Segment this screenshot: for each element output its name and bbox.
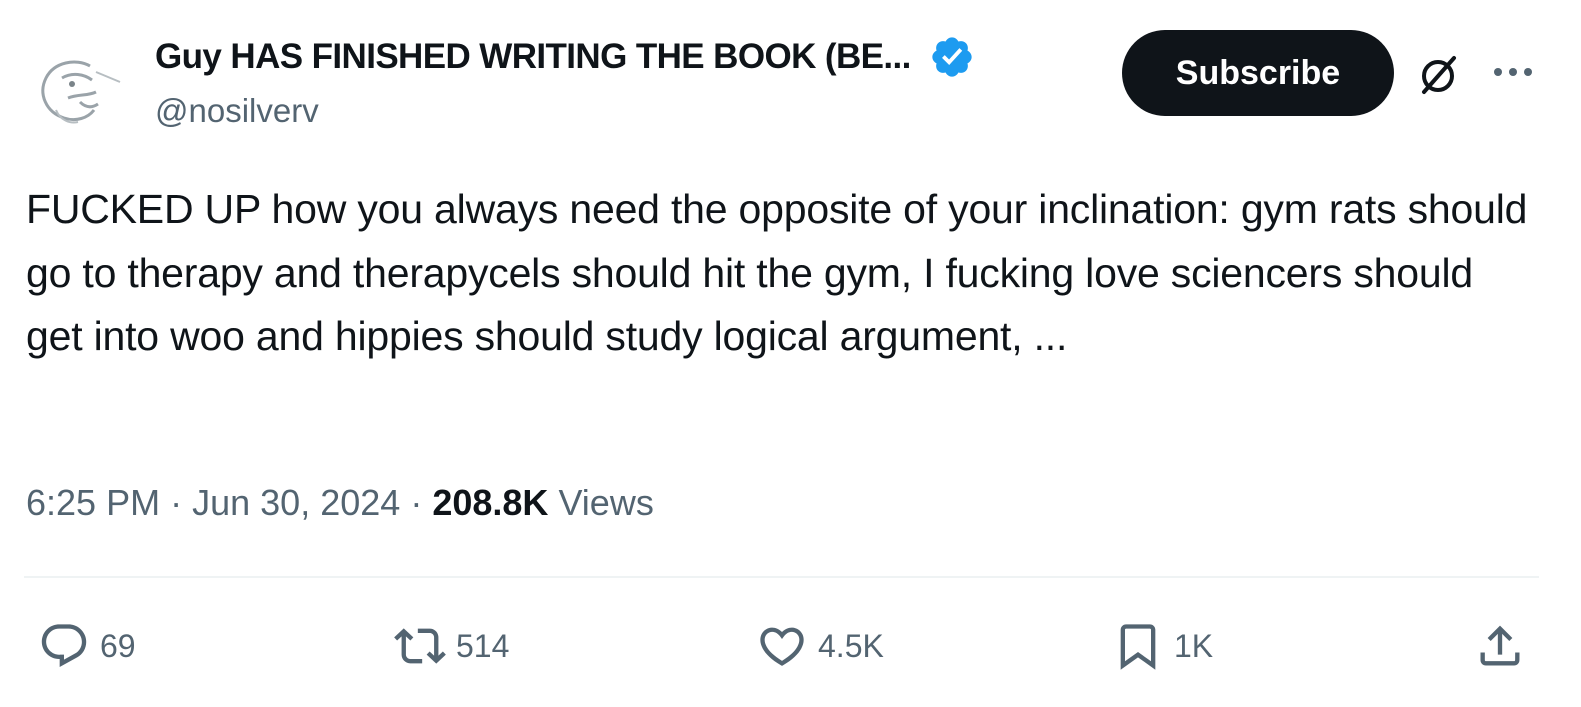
share-icon xyxy=(1480,625,1520,666)
tweet-date[interactable]: Jun 30, 2024 xyxy=(192,482,400,523)
subscribe-button[interactable]: Subscribe xyxy=(1122,30,1394,116)
avatar[interactable] xyxy=(32,48,132,128)
reply-button[interactable]: 69 xyxy=(38,618,136,674)
reply-count: 69 xyxy=(100,627,136,664)
tweet-time[interactable]: 6:25 PM xyxy=(26,482,160,523)
retweet-button[interactable]: 514 xyxy=(394,618,509,674)
meta-separator: · xyxy=(410,482,423,523)
share-button[interactable] xyxy=(1474,618,1526,674)
author-name-row: Guy HAS FINISHED WRITING THE BOOK (BE... xyxy=(155,34,975,80)
author-handle[interactable]: @nosilverv xyxy=(155,92,319,130)
verified-badge-icon[interactable] xyxy=(929,34,975,80)
tweet-text: FUCKED UP how you always need the opposi… xyxy=(26,186,1528,359)
retweet-icon xyxy=(394,628,446,664)
divider xyxy=(24,576,1539,578)
bookmark-button[interactable]: 1K xyxy=(1112,618,1213,674)
grok-icon[interactable] xyxy=(1416,52,1462,98)
retweet-count: 514 xyxy=(456,627,510,664)
like-button[interactable]: 4.5K xyxy=(756,618,884,674)
hand-drawn-face-avatar-icon xyxy=(41,60,121,124)
bookmark-icon xyxy=(1120,624,1156,670)
tweet-meta: 6:25 PM · Jun 30, 2024 · 208.8K Views xyxy=(26,482,654,524)
reply-icon xyxy=(41,624,87,668)
meta-separator: · xyxy=(170,482,183,523)
tweet-card: Guy HAS FINISHED WRITING THE BOOK (BE...… xyxy=(0,0,1581,707)
heart-icon xyxy=(760,627,804,666)
more-icon[interactable] xyxy=(1492,62,1534,82)
author-display-name[interactable]: Guy HAS FINISHED WRITING THE BOOK (BE... xyxy=(155,37,911,77)
views-label: Views xyxy=(558,482,654,523)
views-count: 208.8K xyxy=(432,482,549,523)
bookmark-count: 1K xyxy=(1174,627,1214,664)
like-count: 4.5K xyxy=(818,627,884,664)
